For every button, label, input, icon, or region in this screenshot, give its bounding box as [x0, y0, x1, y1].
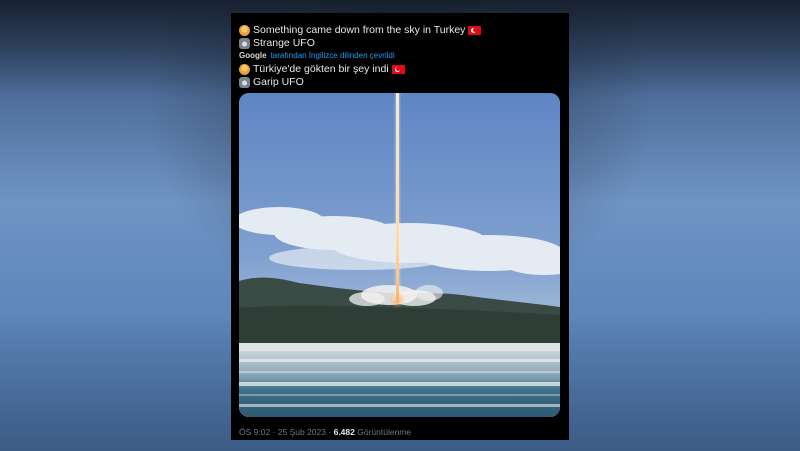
tweet-line-2: Strange UFO	[239, 37, 315, 49]
google-label: Google	[239, 51, 267, 60]
tweet-metadata: ÖS 9:02 · 25 Şub 2023 · 6.482 Görüntülen…	[239, 427, 411, 437]
view-count-label: Görüntülenme	[357, 427, 412, 437]
photo-scene	[239, 93, 560, 417]
beach	[239, 343, 560, 351]
tweet-line-1: Something came down from the sky in Turk…	[239, 24, 482, 36]
view-count: 6.482	[333, 427, 355, 437]
translation-attribution[interactable]: Google tarafından İngilizce dilinden çev…	[239, 51, 395, 60]
translation-note-link[interactable]: tarafından İngilizce dilinden çevrildi	[271, 51, 395, 60]
tweet-text-line-1: Something came down from the sky in Turk…	[253, 24, 466, 36]
tweet-date[interactable]: 25 Şub 2023	[278, 427, 326, 437]
person-emoji-icon	[239, 24, 250, 36]
tweet-text-line-4: Garip UFO	[253, 76, 304, 88]
turkey-flag-icon	[391, 64, 405, 74]
meta-separator: ·	[328, 427, 332, 437]
tweet-line-3: Türkiye'de gökten bir şey indi	[239, 63, 405, 75]
turkey-flag-icon	[468, 25, 482, 35]
meta-separator: ·	[272, 427, 276, 437]
camera-emoji-icon	[239, 76, 250, 88]
camera-emoji-icon	[239, 37, 250, 49]
tweet-text-line-2: Strange UFO	[253, 37, 315, 49]
tweet-line-4: Garip UFO	[239, 76, 304, 88]
tweet-text-line-3: Türkiye'de gökten bir şey indi	[253, 63, 389, 75]
tweet-time[interactable]: ÖS 9:02	[239, 427, 270, 437]
person-emoji-icon	[239, 63, 250, 75]
tweet-card: Something came down from the sky in Turk…	[231, 13, 569, 440]
tweet-photo[interactable]	[239, 93, 560, 417]
